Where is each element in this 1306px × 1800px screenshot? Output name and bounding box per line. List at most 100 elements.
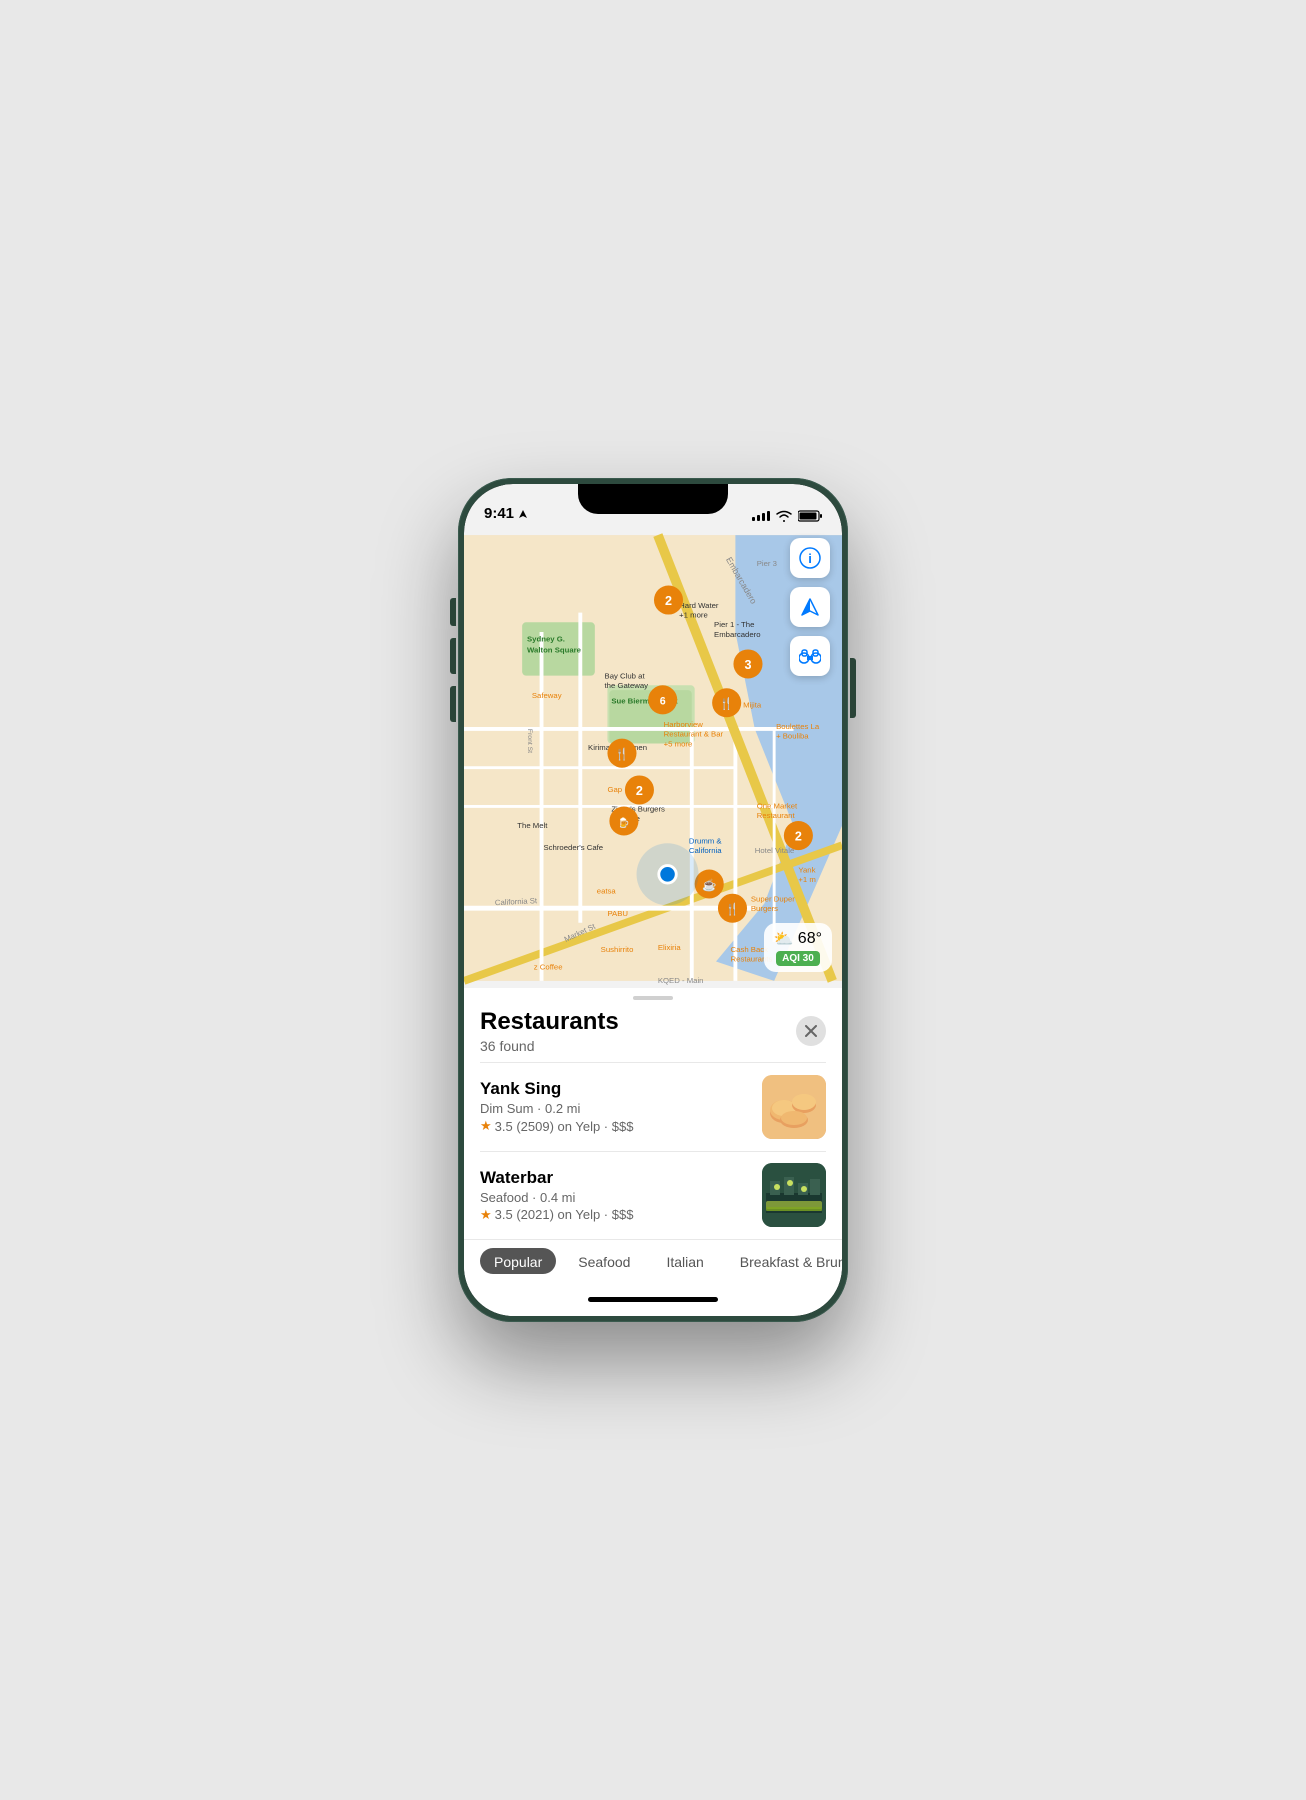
svg-text:z Coffee: z Coffee <box>534 962 563 971</box>
phone-frame: 9:41 <box>458 478 848 1322</box>
svg-text:🍴: 🍴 <box>725 902 739 916</box>
filter-chip-breakfast[interactable]: Breakfast & Brun <box>726 1248 842 1274</box>
svg-text:Drumm &: Drumm & <box>689 836 723 845</box>
weather-icon: ⛅ <box>774 929 794 949</box>
svg-text:+5 more: +5 more <box>664 739 693 748</box>
svg-text:Gap: Gap <box>607 785 622 794</box>
filter-chip-italian[interactable]: Italian <box>652 1248 717 1274</box>
phone-screen: 9:41 <box>464 484 842 1316</box>
clock: 9:41 <box>484 505 514 522</box>
bottom-sheet: Restaurants 36 found Yank Sing <box>464 988 842 1282</box>
close-icon <box>805 1025 817 1037</box>
power-button[interactable] <box>850 658 856 718</box>
battery-icon <box>798 510 822 522</box>
svg-text:Restaurant & Bar: Restaurant & Bar <box>664 730 724 739</box>
svg-text:2: 2 <box>795 829 802 843</box>
svg-text:Burgers: Burgers <box>751 904 778 913</box>
restaurant-meta-1: Seafood · 0.4 mi <box>480 1190 750 1205</box>
temperature: 68° <box>798 930 822 948</box>
filter-chip-popular[interactable]: Popular <box>480 1248 556 1274</box>
svg-text:the Gateway: the Gateway <box>605 681 649 690</box>
svg-text:☕: ☕ <box>702 878 716 892</box>
svg-text:Bay Club at: Bay Club at <box>605 672 646 681</box>
svg-text:i: i <box>808 551 812 566</box>
location-arrow-icon <box>518 509 528 519</box>
status-icons <box>752 510 822 522</box>
map-controls: i <box>790 538 830 684</box>
svg-text:Schroeder's Cafe: Schroeder's Cafe <box>543 843 603 852</box>
svg-text:🍴: 🍴 <box>615 747 629 761</box>
volume-up-button[interactable] <box>450 638 456 674</box>
svg-text:eatsa: eatsa <box>597 887 617 896</box>
svg-text:🍴: 🍴 <box>719 697 733 711</box>
map-svg: Embarcadero Sydney G. Walton Square Sue … <box>464 528 842 988</box>
restaurant-image-0 <box>762 1075 826 1139</box>
svg-text:Boulettes La: Boulettes La <box>776 722 820 731</box>
svg-text:Harborview: Harborview <box>664 720 704 729</box>
status-bar: 9:41 <box>464 484 842 528</box>
svg-text:Safeway: Safeway <box>532 691 562 700</box>
map-pin-2: 2 <box>654 585 683 614</box>
map-info-button[interactable]: i <box>790 538 830 578</box>
info-icon: i <box>799 547 821 569</box>
svg-text:3: 3 <box>744 658 751 672</box>
svg-text:Sushirrito: Sushirrito <box>601 945 634 954</box>
restaurant-card-0[interactable]: Yank Sing Dim Sum · 0.2 mi ★ 3.5 (2509) … <box>464 1063 842 1151</box>
home-indicator <box>464 1282 842 1316</box>
restaurant-meta-0: Dim Sum · 0.2 mi <box>480 1101 750 1116</box>
svg-text:Elixiria: Elixiria <box>658 943 682 952</box>
home-bar <box>588 1297 718 1302</box>
svg-text:PABU: PABU <box>607 909 628 918</box>
svg-text:Front St: Front St <box>526 729 533 753</box>
location-arrow-icon <box>800 597 820 617</box>
restaurant-rating-0: ★ 3.5 (2509) on Yelp · $$$ <box>480 1118 750 1134</box>
sheet-count: 36 found <box>480 1038 619 1054</box>
screen-content: 9:41 <box>464 484 842 1316</box>
filter-row: Popular Seafood Italian Breakfast & Brun <box>464 1239 842 1282</box>
aqi-badge: AQI 30 <box>776 951 820 966</box>
binoculars-icon <box>799 647 821 665</box>
star-icon-1: ★ <box>480 1207 492 1223</box>
restaurant-name-0: Yank Sing <box>480 1079 750 1099</box>
sheet-header: Restaurants 36 found <box>464 1000 842 1062</box>
sheet-title: Restaurants <box>480 1008 619 1036</box>
notch <box>578 484 728 514</box>
svg-text:2: 2 <box>665 594 672 608</box>
map-location-button[interactable] <box>790 587 830 627</box>
svg-text:KQED - Main: KQED - Main <box>658 976 704 985</box>
map-binoculars-button[interactable] <box>790 636 830 676</box>
restaurant-info-0: Yank Sing Dim Sum · 0.2 mi ★ 3.5 (2509) … <box>480 1079 750 1134</box>
restaurant-rating-1: ★ 3.5 (2021) on Yelp · $$$ <box>480 1207 750 1223</box>
svg-text:2: 2 <box>636 784 643 798</box>
svg-text:🍺: 🍺 <box>618 816 630 829</box>
filter-chip-seafood[interactable]: Seafood <box>564 1248 644 1274</box>
signal-icon <box>752 511 770 521</box>
volume-down-button[interactable] <box>450 686 456 722</box>
star-icon: ★ <box>480 1118 492 1134</box>
svg-text:Restaurant: Restaurant <box>757 811 796 820</box>
sheet-title-group: Restaurants 36 found <box>480 1008 619 1054</box>
weather-temp: ⛅ 68° <box>774 929 822 949</box>
restaurant-image-1 <box>762 1163 826 1227</box>
svg-text:Yank: Yank <box>798 865 815 874</box>
wifi-icon <box>776 510 792 522</box>
status-time: 9:41 <box>484 505 528 522</box>
map-area[interactable]: Embarcadero Sydney G. Walton Square Sue … <box>464 528 842 988</box>
restaurant-name-1: Waterbar <box>480 1168 750 1188</box>
svg-text:Mijita: Mijita <box>743 701 762 710</box>
svg-text:6: 6 <box>660 696 666 708</box>
rating-value-0: 3.5 (2509) on Yelp · $$$ <box>495 1119 634 1134</box>
svg-text:One Market: One Market <box>757 801 798 810</box>
restaurant-card-1[interactable]: Waterbar Seafood · 0.4 mi ★ 3.5 (2021) o… <box>464 1151 842 1239</box>
svg-text:Embarcadero: Embarcadero <box>714 630 761 639</box>
svg-text:Cash Back: Cash Back <box>731 945 769 954</box>
svg-text:California: California <box>689 846 722 855</box>
close-button[interactable] <box>796 1016 826 1046</box>
svg-text:+ Bouliba: + Bouliba <box>776 732 809 741</box>
svg-text:Super Duper: Super Duper <box>751 894 795 903</box>
svg-text:The Melt: The Melt <box>517 821 548 830</box>
svg-text:Pier 1 - The: Pier 1 - The <box>714 620 754 629</box>
weather-widget: ⛅ 68° AQI 30 <box>764 923 832 972</box>
svg-text:Pier 3: Pier 3 <box>757 559 777 568</box>
silent-button[interactable] <box>450 598 456 626</box>
